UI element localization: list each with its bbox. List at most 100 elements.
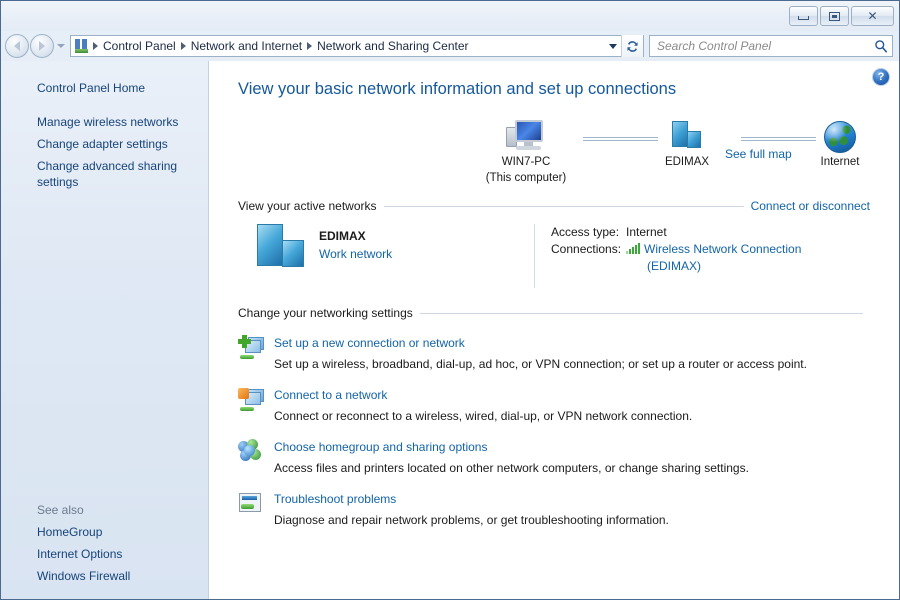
window-body: Control Panel Home Manage wireless netwo… xyxy=(1,61,899,599)
new-connection-icon xyxy=(238,335,264,361)
minimize-button[interactable] xyxy=(789,6,818,26)
active-networks-header: View your active networks Connect or dis… xyxy=(238,199,870,213)
forward-arrow-icon xyxy=(39,41,45,51)
task-text: Set up a new connection or network Set u… xyxy=(274,334,899,372)
map-node-internet[interactable]: Internet xyxy=(785,115,895,169)
task-title-link[interactable]: Choose homegroup and sharing options xyxy=(274,439,487,455)
title-bar: ✕ xyxy=(1,1,899,31)
task-choose-homegroup-and-sharing-options[interactable]: Choose homegroup and sharing options Acc… xyxy=(238,438,899,476)
see-also-section: See also HomeGroup Internet Options Wind… xyxy=(1,501,209,587)
back-arrow-icon xyxy=(14,41,20,51)
content-pane: ? View your basic network information an… xyxy=(209,61,899,599)
close-button[interactable]: ✕ xyxy=(851,6,894,26)
active-network-name: EDIMAX xyxy=(319,229,366,243)
active-network-type-link[interactable]: Work network xyxy=(319,246,392,262)
active-network-names: EDIMAX Work network xyxy=(319,224,392,262)
refresh-icon xyxy=(627,40,638,52)
map-node-label: WIN7-PC xyxy=(501,156,551,168)
breadcrumb-network-and-sharing-center[interactable]: Network and Sharing Center xyxy=(314,39,471,53)
task-set-up-new-connection[interactable]: Set up a new connection or network Set u… xyxy=(238,334,899,372)
header-divider xyxy=(383,205,744,207)
wireless-network-connection-ssid[interactable]: (EDIMAX) xyxy=(647,259,701,273)
breadcrumb-separator-icon xyxy=(307,42,313,50)
help-icon[interactable]: ? xyxy=(872,68,890,86)
access-type-value: Internet xyxy=(626,225,667,239)
networking-settings-heading: Change your networking settings xyxy=(238,306,413,320)
forward-button[interactable] xyxy=(30,34,54,58)
map-node-label: Internet xyxy=(820,156,860,168)
address-dropdown-button[interactable] xyxy=(604,36,621,56)
connect-or-disconnect-link[interactable]: Connect or disconnect xyxy=(751,199,870,213)
help-glyph: ? xyxy=(877,70,885,83)
connections-row: Connections: Wireless Network Connection… xyxy=(551,241,870,275)
task-description: Connect or reconnect to a wireless, wire… xyxy=(274,409,693,423)
refresh-button[interactable] xyxy=(621,35,643,57)
task-icon-wrap xyxy=(238,386,274,424)
connections-label: Connections: xyxy=(551,242,622,256)
search-input[interactable] xyxy=(657,39,874,53)
connect-network-icon xyxy=(238,387,264,413)
search-icon[interactable] xyxy=(874,39,888,53)
task-title-link[interactable]: Set up a new connection or network xyxy=(274,335,465,351)
window-controls: ✕ xyxy=(789,6,894,26)
maximize-button[interactable] xyxy=(820,6,849,26)
active-network-details: Access type: Internet Connections: Wirel… xyxy=(534,224,870,288)
connections-value-wrap: Wireless Network Connection (EDIMAX) xyxy=(626,241,801,275)
task-title-link[interactable]: Troubleshoot problems xyxy=(274,491,396,507)
recent-pages-button[interactable] xyxy=(54,44,67,48)
chevron-down-icon xyxy=(608,43,617,49)
task-troubleshoot-problems[interactable]: Troubleshoot problems Diagnose and repai… xyxy=(238,490,899,528)
task-description: Access files and printers located on oth… xyxy=(274,461,749,475)
networking-settings-section: Change your networking settings xyxy=(209,306,899,320)
sidebar: Control Panel Home Manage wireless netwo… xyxy=(1,61,209,599)
search-box[interactable] xyxy=(649,35,893,57)
map-node-computer[interactable]: WIN7-PC (This computer) xyxy=(471,115,581,185)
breadcrumb-separator-icon xyxy=(93,42,98,50)
address-bar[interactable]: Control Panel Network and Internet Netwo… xyxy=(70,35,644,57)
computer-icon xyxy=(506,119,546,153)
sidebar-item-change-adapter-settings[interactable]: Change adapter settings xyxy=(1,133,209,155)
task-description: Set up a wireless, broadband, dial-up, a… xyxy=(274,357,807,371)
troubleshoot-icon xyxy=(238,491,264,517)
maximize-icon xyxy=(829,11,840,21)
globe-icon xyxy=(824,121,856,153)
sidebar-item-control-panel-home[interactable]: Control Panel Home xyxy=(1,77,209,99)
breadcrumb-network-and-internet[interactable]: Network and Internet xyxy=(188,39,305,53)
close-icon: ✕ xyxy=(867,9,878,23)
task-text: Troubleshoot problems Diagnose and repai… xyxy=(274,490,899,528)
networking-settings-header: Change your networking settings xyxy=(238,306,870,320)
breadcrumb-separator-icon xyxy=(180,42,186,50)
network-map: WIN7-PC (This computer) EDIMAX Internet … xyxy=(209,115,899,185)
see-also-label: See also xyxy=(37,503,84,517)
server-icon xyxy=(670,121,704,153)
active-networks-heading: View your active networks xyxy=(238,199,377,213)
minimize-icon xyxy=(798,16,809,20)
sidebar-item-manage-wireless-networks[interactable]: Manage wireless networks xyxy=(1,111,209,133)
globe-icon-wrap xyxy=(785,115,895,153)
sidebar-item-homegroup[interactable]: HomeGroup xyxy=(1,521,209,543)
breadcrumb-control-panel[interactable]: Control Panel xyxy=(100,39,179,53)
header-divider xyxy=(419,312,863,314)
access-type-label: Access type: xyxy=(551,225,620,239)
sidebar-item-windows-firewall[interactable]: Windows Firewall xyxy=(1,565,209,587)
see-full-map-link[interactable]: See full map xyxy=(725,147,792,161)
access-type-row: Access type: Internet xyxy=(551,224,870,241)
homegroup-icon xyxy=(238,439,264,465)
task-connect-to-a-network[interactable]: Connect to a network Connect or reconnec… xyxy=(238,386,899,424)
sidebar-item-internet-options[interactable]: Internet Options xyxy=(1,543,209,565)
map-node-sublabel: (This computer) xyxy=(485,172,567,184)
wireless-network-connection-link[interactable]: Wireless Network Connection xyxy=(644,242,801,256)
task-text: Choose homegroup and sharing options Acc… xyxy=(274,438,899,476)
active-network-entry: EDIMAX Work network Access type: Interne… xyxy=(238,224,870,288)
sidebar-item-change-advanced-sharing-settings[interactable]: Change advanced sharing settings xyxy=(1,155,209,193)
chevron-down-icon xyxy=(56,44,65,48)
task-icon-wrap xyxy=(238,438,274,476)
wireless-signal-icon xyxy=(626,243,640,254)
back-button[interactable] xyxy=(5,34,29,58)
task-text: Connect to a network Connect or reconnec… xyxy=(274,386,899,424)
task-icon-wrap xyxy=(238,334,274,372)
task-title-link[interactable]: Connect to a network xyxy=(274,387,387,403)
networking-task-list: Set up a new connection or network Set u… xyxy=(209,334,899,528)
active-network-identity[interactable]: EDIMAX Work network xyxy=(238,224,534,288)
